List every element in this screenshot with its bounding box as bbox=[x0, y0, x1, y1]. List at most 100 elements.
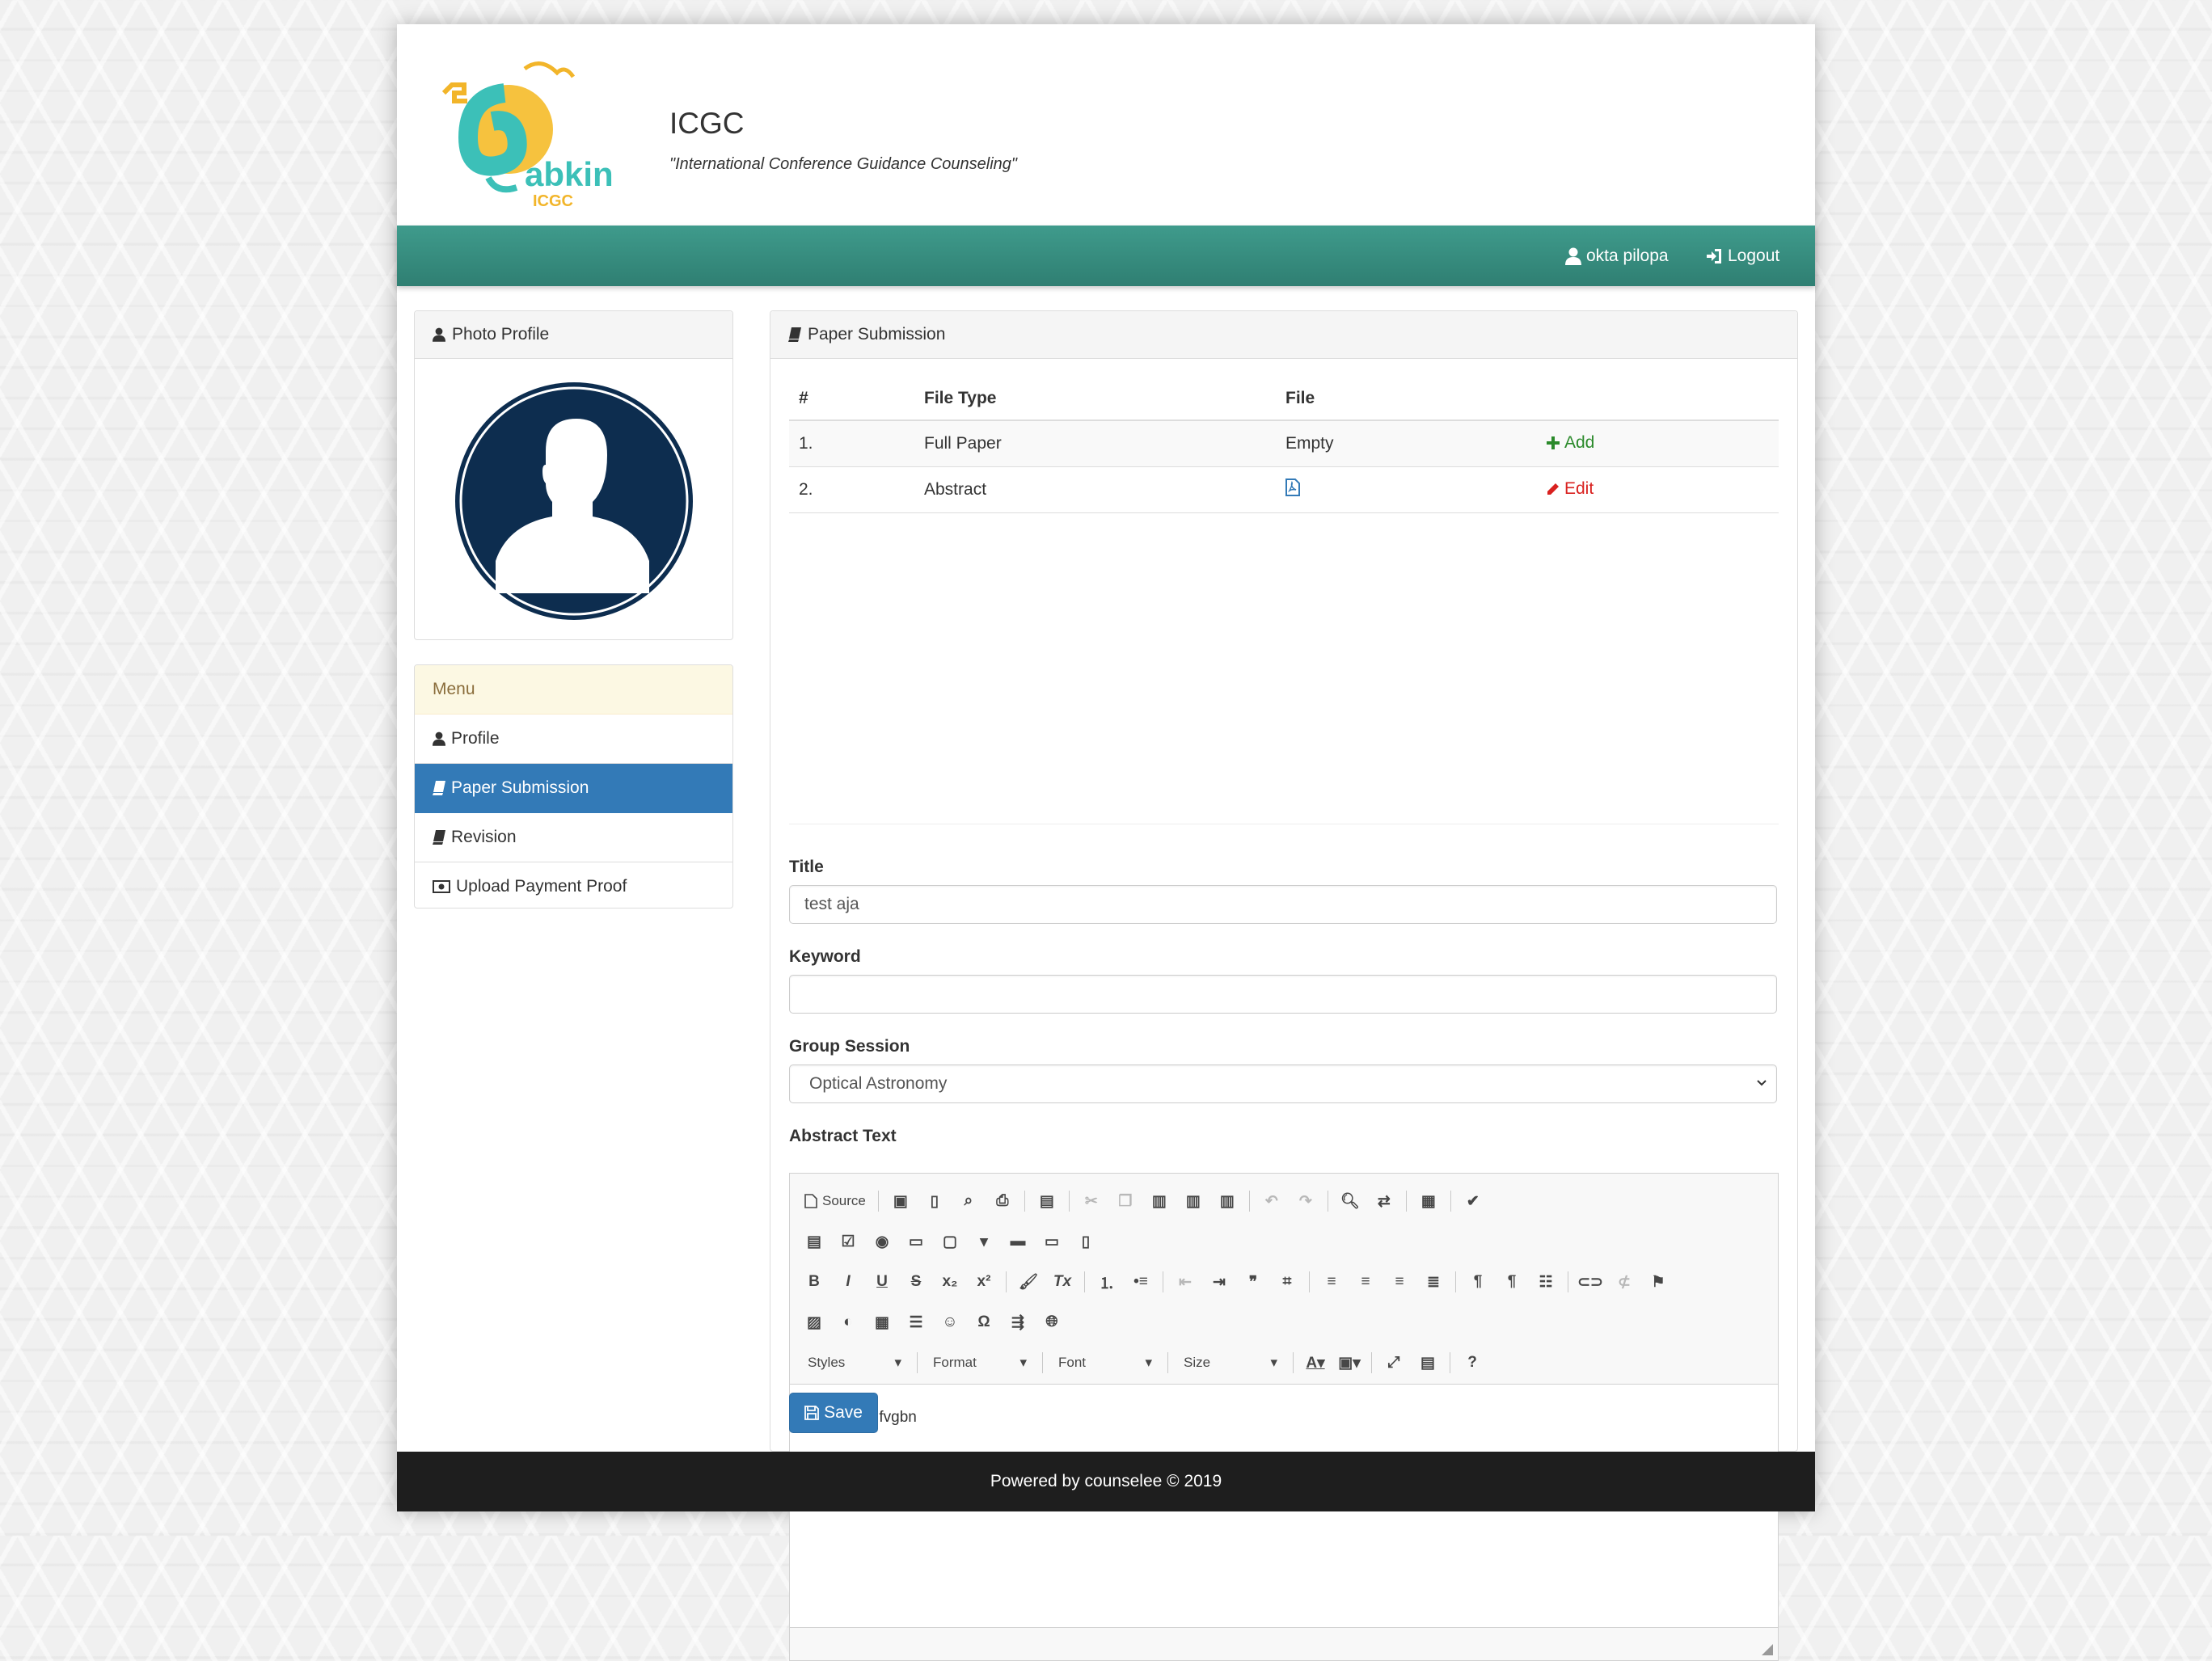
title-input-value: test aja bbox=[804, 895, 859, 913]
user-icon bbox=[433, 327, 445, 342]
smiley-icon[interactable]: ☺ bbox=[935, 1309, 965, 1336]
italic-icon[interactable]: I bbox=[834, 1268, 863, 1296]
preview-icon[interactable]: ⌕ bbox=[954, 1187, 983, 1215]
column-header-action bbox=[1537, 377, 1779, 421]
row-file bbox=[1276, 466, 1537, 513]
toolbar-separator bbox=[1371, 1352, 1372, 1373]
unlink-icon[interactable]: ⊄ bbox=[1610, 1268, 1639, 1296]
bold-icon[interactable]: B bbox=[800, 1268, 829, 1296]
save-doc-icon[interactable]: ▣ bbox=[886, 1187, 915, 1215]
link-icon[interactable]: ⊂⊃ bbox=[1576, 1268, 1605, 1296]
flash-icon[interactable]: ◐ bbox=[834, 1309, 863, 1336]
subscript-icon[interactable]: x₂ bbox=[935, 1268, 965, 1296]
undo-icon[interactable]: ↶ bbox=[1257, 1187, 1286, 1215]
radio-icon[interactable]: ◉ bbox=[867, 1228, 897, 1255]
size-dropdown[interactable]: Size ▾ bbox=[1176, 1350, 1285, 1376]
user-menu-link[interactable]: okta pilopa bbox=[1565, 226, 1669, 286]
toolbar-separator bbox=[1248, 1191, 1250, 1212]
title-input[interactable]: test aja bbox=[789, 885, 1777, 924]
group-session-select[interactable]: Optical Astronomy bbox=[789, 1064, 1777, 1103]
align-left-icon[interactable]: ≡ bbox=[1317, 1268, 1346, 1296]
textarea-icon[interactable]: ▢ bbox=[935, 1228, 965, 1255]
rtl-icon[interactable]: ¶ bbox=[1497, 1268, 1526, 1296]
show-blocks-icon[interactable]: ▤ bbox=[1413, 1349, 1442, 1376]
copy-format-icon[interactable]: 🖌︎ bbox=[1014, 1268, 1043, 1296]
bulleted-list-icon[interactable]: •≡ bbox=[1126, 1268, 1155, 1296]
superscript-icon[interactable]: x² bbox=[969, 1268, 998, 1296]
edit-file-link[interactable]: Edit bbox=[1547, 479, 1594, 499]
blockquote-icon[interactable]: ❞ bbox=[1239, 1268, 1268, 1296]
outdent-icon[interactable]: ⇤ bbox=[1171, 1268, 1200, 1296]
paste-word-icon[interactable]: ▥ bbox=[1213, 1187, 1242, 1215]
image-icon[interactable]: ▨ bbox=[800, 1309, 829, 1336]
table-icon[interactable]: ▦ bbox=[867, 1309, 897, 1336]
spellcheck-icon[interactable]: ✔ bbox=[1458, 1187, 1488, 1215]
align-center-icon[interactable]: ≡ bbox=[1351, 1268, 1380, 1296]
copy-icon[interactable]: ❐ bbox=[1111, 1187, 1140, 1215]
user-icon bbox=[1565, 247, 1581, 265]
special-char-icon[interactable]: Ω bbox=[969, 1309, 998, 1336]
font-dropdown[interactable]: Font ▾ bbox=[1050, 1350, 1160, 1376]
toolbar-separator bbox=[1450, 1191, 1451, 1212]
remove-format-icon[interactable]: Tx bbox=[1048, 1268, 1077, 1296]
redo-icon[interactable]: ↷ bbox=[1291, 1187, 1320, 1215]
source-button[interactable]: Source bbox=[800, 1193, 871, 1209]
anchor-flag-icon[interactable]: ⚑ bbox=[1644, 1268, 1673, 1296]
textfield-icon[interactable]: ▭ bbox=[901, 1228, 931, 1255]
menu-item-upload-payment-proof[interactable]: Upload Payment Proof bbox=[415, 862, 732, 908]
print-icon[interactable]: ⎙ bbox=[988, 1187, 1017, 1215]
book-icon bbox=[433, 830, 445, 845]
add-file-link[interactable]: Add bbox=[1547, 433, 1594, 453]
maximize-icon[interactable]: ⤢ bbox=[1379, 1349, 1408, 1376]
checkbox-icon[interactable]: ☑ bbox=[834, 1228, 863, 1255]
select-all-icon[interactable]: ▦ bbox=[1414, 1187, 1443, 1215]
table-header-row: # File Type File bbox=[789, 377, 1779, 421]
page-break-icon[interactable]: ⇶ bbox=[1003, 1309, 1032, 1336]
text-color-icon[interactable]: A▾ bbox=[1301, 1349, 1330, 1376]
justify-icon[interactable]: ≣ bbox=[1419, 1268, 1448, 1296]
replace-icon[interactable]: ⇄ bbox=[1370, 1187, 1399, 1215]
menu-item-paper-submission[interactable]: Paper Submission bbox=[415, 764, 732, 813]
paste-icon[interactable]: ▥ bbox=[1145, 1187, 1174, 1215]
templates-icon[interactable]: ▤ bbox=[1032, 1187, 1062, 1215]
paste-text-icon[interactable]: ▥ bbox=[1179, 1187, 1208, 1215]
iframe-icon[interactable]: 🌐︎ bbox=[1037, 1309, 1066, 1336]
group-session-value: Optical Astronomy bbox=[809, 1074, 948, 1093]
numbered-list-icon[interactable]: ⒈ bbox=[1092, 1268, 1121, 1296]
photo-profile-panel: Photo Profile bbox=[414, 310, 733, 640]
new-page-icon[interactable]: ▯ bbox=[920, 1187, 949, 1215]
dropdown-arrow-icon: ▾ bbox=[1019, 1355, 1027, 1370]
styles-dropdown[interactable]: Styles ▾ bbox=[800, 1350, 910, 1376]
background-color-icon[interactable]: ▣▾ bbox=[1335, 1349, 1364, 1376]
pencil-icon bbox=[1547, 483, 1559, 495]
paper-submission-panel: Paper Submission # File Type File 1. Ful… bbox=[770, 310, 1798, 1661]
cut-icon[interactable]: ✂ bbox=[1077, 1187, 1106, 1215]
toolbar-separator bbox=[1084, 1271, 1085, 1292]
logout-link[interactable]: Logout bbox=[1705, 226, 1779, 286]
menu-item-profile[interactable]: Profile bbox=[415, 715, 732, 764]
user-icon bbox=[433, 731, 445, 746]
menu-item-revision[interactable]: Revision bbox=[415, 813, 732, 862]
button-field-icon[interactable]: ▬ bbox=[1003, 1228, 1032, 1255]
select-field-icon[interactable]: ▾ bbox=[969, 1228, 998, 1255]
strikethrough-icon[interactable]: S bbox=[901, 1268, 931, 1296]
find-icon[interactable]: 🔍︎ bbox=[1336, 1187, 1365, 1215]
form-icon[interactable]: ▤ bbox=[800, 1228, 829, 1255]
pdf-file-icon[interactable] bbox=[1285, 478, 1300, 496]
align-right-icon[interactable]: ≡ bbox=[1385, 1268, 1414, 1296]
underline-icon[interactable]: U bbox=[867, 1268, 897, 1296]
save-button[interactable]: Save bbox=[789, 1393, 878, 1433]
image-button-icon[interactable]: ▭ bbox=[1037, 1228, 1066, 1255]
ltr-icon[interactable]: ¶ bbox=[1463, 1268, 1492, 1296]
format-dropdown[interactable]: Format ▾ bbox=[925, 1350, 1035, 1376]
language-icon[interactable]: ☷ bbox=[1531, 1268, 1560, 1296]
hidden-field-icon[interactable]: ▯ bbox=[1071, 1228, 1100, 1255]
menu-item-label: Upload Payment Proof bbox=[456, 877, 627, 896]
resize-handle[interactable] bbox=[1762, 1644, 1773, 1655]
horizontal-line-icon[interactable]: ☰ bbox=[901, 1309, 931, 1336]
keyword-input[interactable] bbox=[789, 975, 1777, 1014]
div-container-icon[interactable]: ⌗ bbox=[1273, 1268, 1302, 1296]
indent-icon[interactable]: ⇥ bbox=[1205, 1268, 1234, 1296]
avatar[interactable] bbox=[455, 382, 693, 620]
help-icon[interactable]: ? bbox=[1458, 1349, 1487, 1376]
